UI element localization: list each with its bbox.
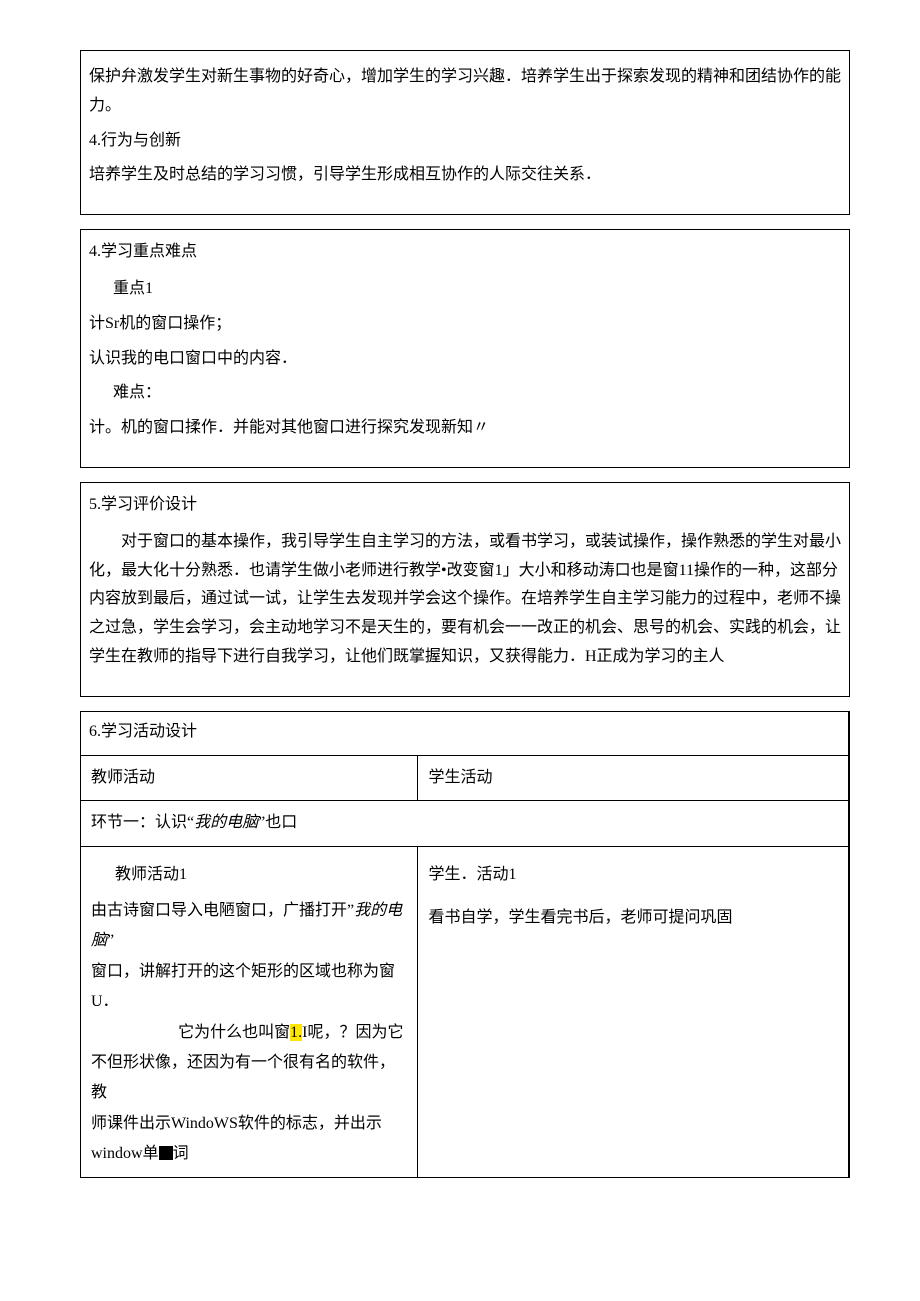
- section-heading: 6.学习活动设计: [81, 712, 848, 756]
- teacher-activity-body: 由古诗窗口导入电陋窗口，广播打开”我的电脑” 窗口，讲解打开的这个矩形的区域也称…: [91, 896, 407, 1170]
- black-square-icon: [159, 1146, 173, 1160]
- table-header-row: 教师活动 学生活动: [81, 756, 848, 802]
- text-line: 它为什么也叫窗1.I呢，？因为它: [91, 1018, 407, 1048]
- text-line: 窗口，讲解打开的这个矩形的区域也称为窗U．: [91, 957, 407, 1018]
- table-row: 教师活动1 由古诗窗口导入电陋窗口，广播打开”我的电脑” 窗口，讲解打开的这个矩…: [81, 847, 848, 1177]
- document-page: 保护弁激发学生对新生事物的好奇心，增加学生的学习兴趣．培养学生出于探索发现的精神…: [0, 0, 920, 1301]
- label-difficult-point: 难点：: [89, 379, 841, 408]
- label-key-point: 重点1: [89, 275, 841, 304]
- teacher-activity-label: 教师活动1: [91, 861, 407, 890]
- text: ”也口: [258, 814, 297, 831]
- paragraph: 培养学生及时总结的学习习惯，引导学生形成相互协作的人际交往关系．: [89, 161, 841, 190]
- column-header-student: 学生活动: [418, 756, 848, 801]
- text-italic: 我的电脑: [194, 814, 258, 831]
- text: ”: [107, 932, 114, 949]
- text: I呢，？因为它: [302, 1024, 403, 1041]
- paragraph: 计。机的窗口揉作．并能对其他窗口进行探究发现新知〃: [89, 414, 841, 443]
- text: 由古诗窗口导入电陋窗口，广播打开”: [91, 902, 354, 919]
- column-header-teacher: 教师活动: [81, 756, 418, 801]
- student-activity-cell: 学生．活动1 看书自学，学生看完书后，老师可提问巩固: [418, 847, 848, 1177]
- teacher-activity-cell: 教师活动1 由古诗窗口导入电陋窗口，广播打开”我的电脑” 窗口，讲解打开的这个矩…: [81, 847, 418, 1177]
- highlight-text: 1.: [290, 1024, 302, 1041]
- paragraph: 对于窗口的基本操作，我引导学生自主学习的方法，或看书学习，或装试操作，操作熟悉的…: [89, 528, 841, 672]
- text: 词: [173, 1145, 189, 1162]
- section-evaluation-design: 5.学习评价设计 对于窗口的基本操作，我引导学生自主学习的方法，或看书学习，或装…: [80, 482, 850, 697]
- stage-title: 环节一：认识“我的电脑”也口: [81, 801, 848, 846]
- text-line: 师课件出示WindoWS软件的标志，并出示: [91, 1109, 407, 1139]
- text-line: 由古诗窗口导入电陋窗口，广播打开”我的电脑”: [91, 896, 407, 957]
- paragraph: 认识我的电口窗口中的内容．: [89, 345, 841, 374]
- section-heading: 5.学习评价设计: [89, 491, 841, 520]
- section-activity-design: 6.学习活动设计 教师活动 学生活动 环节一：认识“我的电脑”也口 教师活动1 …: [80, 711, 850, 1179]
- student-activity-label: 学生．活动1: [428, 861, 838, 890]
- section-key-difficult-points: 4.学习重点难点 重点1 计Sr机的窗口操作； 认识我的电口窗口中的内容． 难点…: [80, 229, 850, 468]
- text-line: 不但形状像，还因为有一个很有名的软件，教: [91, 1048, 407, 1109]
- section-behavior-innovation: 保护弁激发学生对新生事物的好奇心，增加学生的学习兴趣．培养学生出于探索发现的精神…: [80, 50, 850, 215]
- text-line: window单词: [91, 1139, 407, 1169]
- paragraph: 计Sr机的窗口操作；: [89, 310, 841, 339]
- paragraph: 保护弁激发学生对新生事物的好奇心，增加学生的学习兴趣．培养学生出于探索发现的精神…: [89, 63, 841, 121]
- text: 环节一：认识“: [91, 814, 194, 831]
- section-heading: 4.学习重点难点: [89, 238, 841, 267]
- stage-row: 环节一：认识“我的电脑”也口: [81, 801, 848, 847]
- text: window单: [91, 1145, 159, 1162]
- subheading: 4.行为与创新: [89, 127, 841, 156]
- text: 它为什么也叫窗: [178, 1024, 290, 1041]
- student-activity-body: 看书自学，学生看完书后，老师可提问巩固: [428, 904, 838, 933]
